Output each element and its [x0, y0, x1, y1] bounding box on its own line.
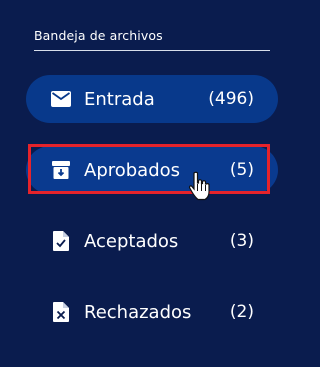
nav-item-aprobados[interactable]: Aprobados (5) — [26, 146, 278, 194]
file-x-icon — [50, 301, 72, 323]
nav-item-count: (496) — [208, 89, 254, 109]
nav-item-label: Entrada — [84, 88, 155, 110]
nav-item-entrada[interactable]: Entrada (496) — [26, 75, 278, 123]
nav-item-label: Aceptados — [84, 230, 179, 252]
nav-item-count: (5) — [229, 160, 254, 180]
file-check-icon — [50, 230, 72, 252]
section-header-bandeja: Bandeja de archivos — [34, 28, 270, 51]
section-title: Bandeja de archivos — [34, 28, 163, 43]
nav-item-rechazados[interactable]: Rechazados (2) — [26, 288, 278, 336]
nav-item-count: (3) — [229, 231, 254, 251]
nav-item-count: (2) — [229, 302, 254, 322]
mail-icon — [50, 88, 72, 110]
archive-download-icon — [50, 159, 72, 181]
nav-item-label: Rechazados — [84, 301, 192, 323]
hand-cursor-icon — [188, 171, 210, 201]
nav-item-aceptados[interactable]: Aceptados (3) — [26, 217, 278, 265]
